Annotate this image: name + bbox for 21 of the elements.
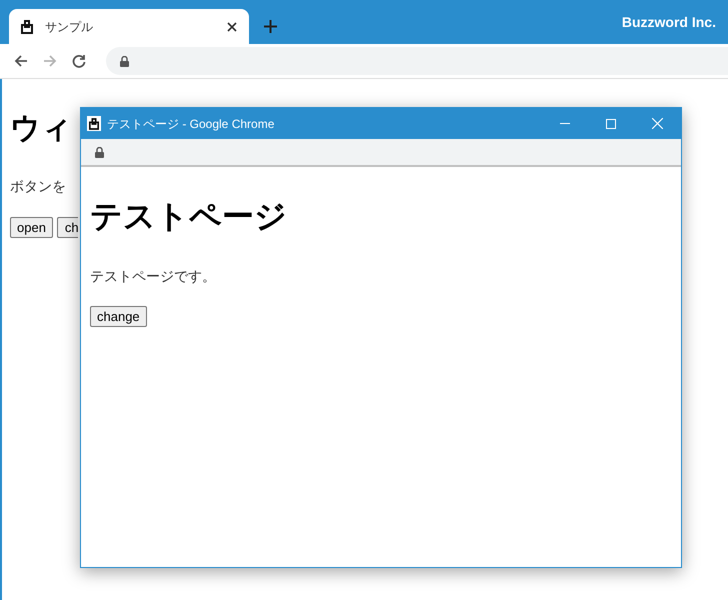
page-heading: ウィ xyxy=(10,111,72,147)
new-tab-icon[interactable] xyxy=(264,20,277,33)
back-arrow-icon[interactable] xyxy=(14,54,28,68)
maximize-icon[interactable] xyxy=(606,118,616,128)
reload-icon[interactable] xyxy=(72,54,86,68)
open-button[interactable]: open xyxy=(10,217,53,238)
change-button[interactable]: change xyxy=(90,306,147,327)
window-title: テストページ - Google Chrome xyxy=(107,116,276,132)
close-icon[interactable] xyxy=(227,22,237,32)
lock-icon xyxy=(120,56,129,66)
page-icon xyxy=(21,20,33,34)
minimize-icon[interactable] xyxy=(560,122,570,124)
page-text: テストページです。 xyxy=(90,267,216,286)
lock-icon xyxy=(95,146,104,158)
page-heading: テストページ xyxy=(90,197,287,236)
tab-title: サンプル xyxy=(45,18,94,36)
page-icon xyxy=(87,116,101,131)
partial-button[interactable]: ch xyxy=(56,217,78,238)
page-text: ボタンを xyxy=(10,177,66,196)
brand-label: Buzzword Inc. xyxy=(622,13,716,32)
browser-tab[interactable]: サンプル xyxy=(9,9,249,44)
